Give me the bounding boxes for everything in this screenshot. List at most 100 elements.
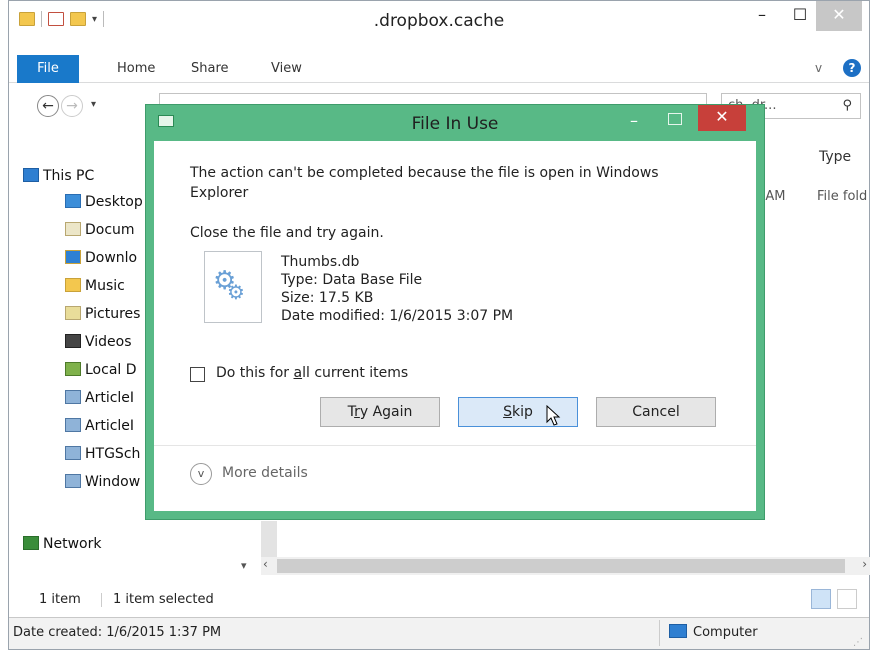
pane-splitter[interactable]	[261, 521, 277, 557]
date-created-text: Date created: 1/6/2015 1:37 PM	[13, 625, 222, 640]
search-icon[interactable]: ⚲	[842, 94, 852, 118]
apply-to-all-checkbox[interactable]	[190, 367, 205, 382]
forward-button[interactable]: →	[61, 95, 83, 117]
scroll-right-icon[interactable]: ›	[862, 557, 867, 571]
details-status-bar: Date created: 1/6/2015 1:37 PM Computer …	[9, 617, 869, 649]
recent-locations-icon[interactable]: ▾	[91, 99, 96, 110]
title-bar: ▾ .dropbox.cache – ☐ ✕	[9, 1, 869, 41]
nav-item-downloads[interactable]: Downlo	[65, 247, 137, 269]
error-message: The action can't be completed because th…	[190, 165, 659, 201]
nav-item-network-drive[interactable]: HTGSch	[65, 443, 140, 465]
tab-share[interactable]: Share	[191, 55, 229, 83]
nav-item-label: This PC	[43, 168, 95, 184]
status-bar: 1 item 1 item selected	[9, 587, 869, 613]
tab-home[interactable]: Home	[117, 55, 155, 83]
network-icon	[23, 536, 39, 550]
nav-item-network-drive[interactable]: ArticleI	[65, 387, 134, 409]
nav-item-network-drive[interactable]: Window	[65, 471, 140, 493]
label-text: kip	[512, 404, 533, 420]
computer-icon	[669, 624, 687, 638]
access-key: a	[293, 365, 303, 381]
nav-item-network[interactable]: Network	[23, 533, 101, 555]
nav-item-this-pc[interactable]: This PC	[23, 165, 94, 187]
nav-item-label: Network	[43, 536, 102, 552]
more-details-chevron-icon[interactable]: v	[190, 463, 212, 485]
tab-view[interactable]: View	[271, 55, 302, 83]
network-drive-icon	[65, 390, 81, 404]
back-button[interactable]: ←	[37, 95, 59, 117]
desktop-folder-icon	[65, 194, 81, 208]
dialog-divider	[154, 445, 756, 446]
more-details-link[interactable]: More details	[222, 465, 308, 481]
dialog-maximize-button[interactable]	[668, 113, 682, 125]
row-type: File fold	[817, 189, 868, 204]
ribbon-tabs: File Home Share View v ?	[9, 55, 869, 83]
nav-item-desktop[interactable]: Desktop	[65, 191, 143, 213]
minimize-button[interactable]: –	[747, 1, 777, 31]
file-date-modified: Date modified: 1/6/2015 3:07 PM	[281, 308, 514, 324]
file-in-use-dialog: File In Use – ✕ The action can't be comp…	[145, 104, 765, 520]
database-file-icon: ⚙ ⚙	[204, 251, 262, 323]
network-drive-icon	[65, 446, 81, 460]
dialog-title-bar: File In Use – ✕	[146, 105, 764, 139]
label-text: y Again	[359, 404, 413, 420]
scroll-down-icon[interactable]: ▾	[241, 559, 247, 572]
documents-folder-icon	[65, 222, 81, 236]
dialog-minimize-button[interactable]: –	[630, 111, 638, 130]
gear-icon: ⚙	[227, 280, 245, 304]
status-divider	[659, 620, 660, 646]
nav-item-label: Videos	[85, 334, 132, 350]
horizontal-scrollbar[interactable]: ‹ ›	[261, 557, 870, 575]
file-name: Thumbs.db	[281, 254, 360, 270]
local-disk-icon	[65, 362, 81, 376]
nav-item-label: Music	[85, 278, 125, 294]
computer-icon	[23, 168, 39, 182]
file-size: Size: 17.5 KB	[281, 290, 374, 306]
pictures-folder-icon	[65, 306, 81, 320]
location-text: Computer	[693, 625, 758, 640]
nav-item-label: ArticleI	[85, 418, 135, 434]
videos-folder-icon	[65, 334, 81, 348]
nav-item-videos[interactable]: Videos	[65, 331, 132, 353]
nav-item-label: Window	[85, 474, 141, 490]
mouse-cursor-icon	[546, 405, 561, 426]
apply-to-all-label[interactable]: Do this for all current items	[216, 365, 408, 381]
nav-item-documents[interactable]: Docum	[65, 219, 135, 241]
nav-item-pictures[interactable]: Pictures	[65, 303, 140, 325]
nav-item-label: ArticleI	[85, 390, 135, 406]
instruction-text: Close the file and try again.	[190, 225, 384, 241]
details-view-button[interactable]	[811, 589, 831, 609]
expand-ribbon-icon[interactable]: v	[815, 61, 822, 75]
network-drive-icon	[65, 474, 81, 488]
dialog-close-button[interactable]: ✕	[698, 105, 746, 131]
column-header-type[interactable]: Type	[819, 149, 851, 165]
nav-item-label: Docum	[85, 222, 135, 238]
nav-item-music[interactable]: Music	[65, 275, 125, 297]
tab-file[interactable]: File	[17, 55, 79, 83]
selection-count: 1 item selected	[113, 592, 214, 607]
nav-item-label: Desktop	[85, 194, 143, 210]
large-icons-view-button[interactable]	[837, 589, 857, 609]
status-divider	[101, 593, 102, 607]
item-count: 1 item	[39, 592, 81, 607]
downloads-folder-icon	[65, 250, 81, 264]
scroll-left-icon[interactable]: ‹	[263, 557, 268, 571]
location-label: Computer	[669, 618, 758, 648]
dialog-body: The action can't be completed because th…	[154, 141, 756, 511]
nav-item-label: Local D	[85, 362, 137, 378]
close-button[interactable]: ✕	[816, 1, 862, 31]
help-icon[interactable]: ?	[843, 59, 861, 77]
file-details: Thumbs.db Type: Data Base File Size: 17.…	[281, 253, 513, 325]
network-drive-icon	[65, 418, 81, 432]
resize-grip-icon[interactable]: ⋰	[853, 628, 863, 658]
try-again-button[interactable]: Try Again	[320, 397, 440, 427]
nav-item-label: Downlo	[85, 250, 138, 266]
scrollbar-thumb[interactable]	[277, 559, 845, 573]
music-folder-icon	[65, 278, 81, 292]
cancel-button[interactable]: Cancel	[596, 397, 716, 427]
access-key: S	[503, 404, 512, 420]
nav-item-network-drive[interactable]: ArticleI	[65, 415, 134, 437]
maximize-button[interactable]: ☐	[785, 1, 815, 31]
label-text: Do this for	[216, 365, 294, 381]
nav-item-local-disk[interactable]: Local D	[65, 359, 137, 381]
